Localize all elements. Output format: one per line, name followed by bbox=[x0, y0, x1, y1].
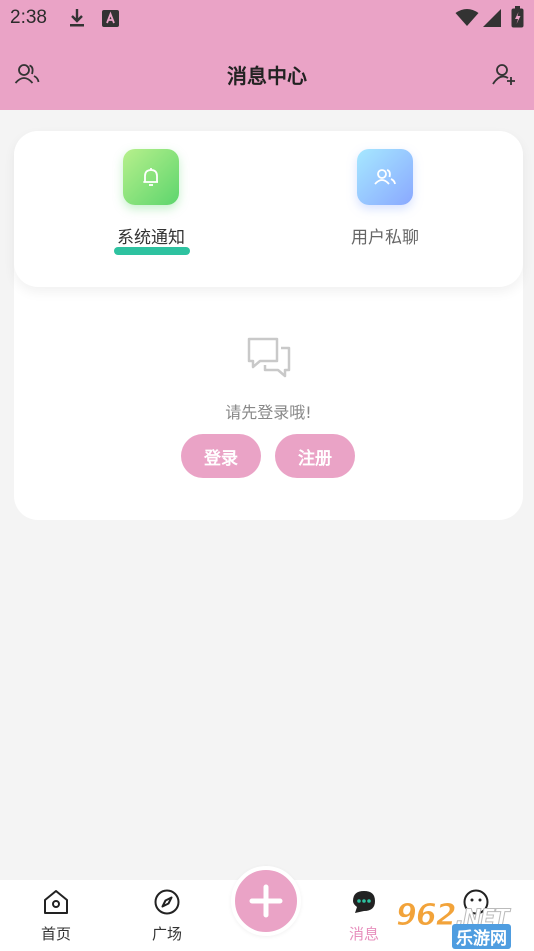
login-prompt-text: 请先登录哦! bbox=[225, 403, 312, 422]
watermark-number: 962 bbox=[396, 898, 458, 934]
users-icon bbox=[357, 149, 413, 205]
wifi-icon bbox=[455, 9, 479, 26]
tab-system-notifications[interactable]: 系统通知 bbox=[86, 149, 216, 269]
status-time: 2:38 bbox=[10, 7, 47, 28]
tab-private-chat[interactable]: 用户私聊 bbox=[320, 149, 450, 269]
active-tab-indicator bbox=[114, 247, 190, 255]
nav-label: 首页 bbox=[40, 925, 71, 943]
header: 消息中心 bbox=[0, 38, 534, 110]
chat-icon bbox=[353, 891, 375, 913]
watermark-text: 乐游网 bbox=[452, 924, 511, 949]
download-icon bbox=[70, 9, 84, 27]
app-notification-icon bbox=[102, 10, 119, 27]
signal-icon bbox=[483, 9, 501, 27]
message-card: 系统通知 用户私聊 请先登录哦! 登录 注册 bbox=[14, 131, 523, 520]
compass-icon bbox=[154, 889, 180, 915]
nav-label: 消息 bbox=[348, 925, 379, 943]
nav-home[interactable]: 首页 bbox=[24, 886, 88, 944]
tab-label: 系统通知 bbox=[117, 228, 185, 248]
nav-label: 广场 bbox=[151, 925, 182, 943]
add-friend-button[interactable] bbox=[490, 60, 518, 88]
nav-square[interactable]: 广场 bbox=[135, 886, 199, 944]
register-button[interactable]: 注册 bbox=[275, 434, 355, 478]
page-title: 消息中心 bbox=[227, 64, 307, 88]
bell-icon bbox=[123, 149, 179, 205]
watermark-logo: 962.NET 乐游网 bbox=[396, 898, 530, 949]
tab-label: 用户私聊 bbox=[351, 228, 419, 248]
nav-messages[interactable]: 消息 bbox=[332, 886, 396, 944]
login-button[interactable]: 登录 bbox=[181, 434, 261, 478]
tab-bar: 系统通知 用户私聊 bbox=[14, 131, 523, 287]
home-icon bbox=[44, 890, 68, 914]
battery-icon bbox=[511, 6, 524, 28]
create-post-button[interactable] bbox=[231, 866, 301, 936]
chat-bubbles-icon bbox=[247, 337, 291, 378]
status-bar: 2:38 bbox=[0, 0, 534, 38]
plus-icon bbox=[249, 884, 283, 918]
